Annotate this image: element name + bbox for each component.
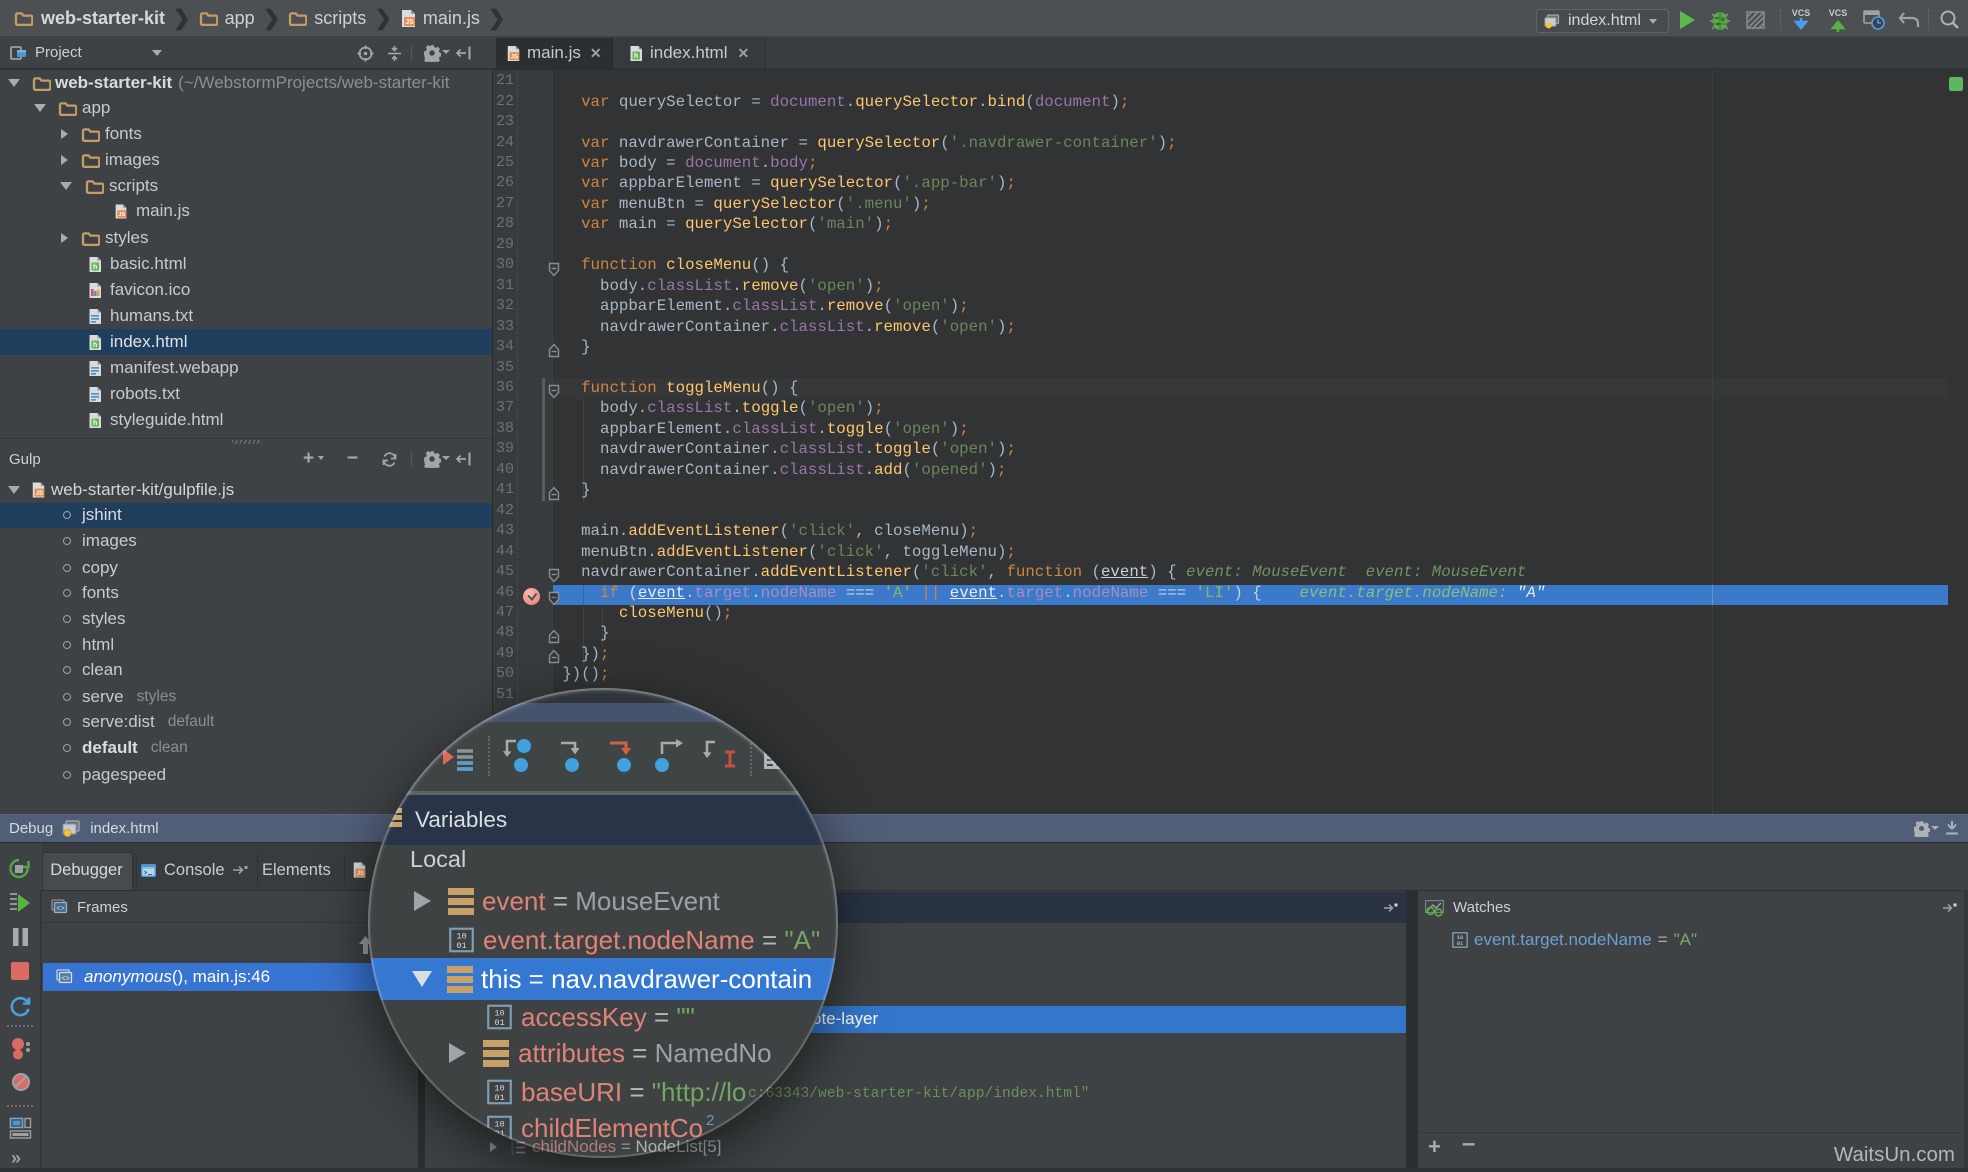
svg-text:JS: JS — [118, 212, 125, 218]
svg-text:JS: JS — [357, 870, 365, 877]
svg-text:h: h — [634, 53, 638, 60]
svg-text:h: h — [93, 420, 97, 427]
svg-text:VCS: VCS — [1829, 8, 1848, 18]
svg-text:JS: JS — [405, 19, 414, 26]
svg-text:h: h — [93, 264, 97, 271]
svg-text:3: 3 — [511, 1150, 514, 1156]
svg-text:JS: JS — [511, 53, 519, 60]
svg-text:01: 01 — [1457, 940, 1464, 947]
svg-text:<>: <> — [56, 905, 64, 913]
svg-text:JS: JS — [36, 490, 44, 497]
svg-text:VCS: VCS — [1792, 8, 1811, 18]
svg-text:h: h — [93, 342, 97, 349]
svg-text:<>: <> — [61, 975, 69, 983]
